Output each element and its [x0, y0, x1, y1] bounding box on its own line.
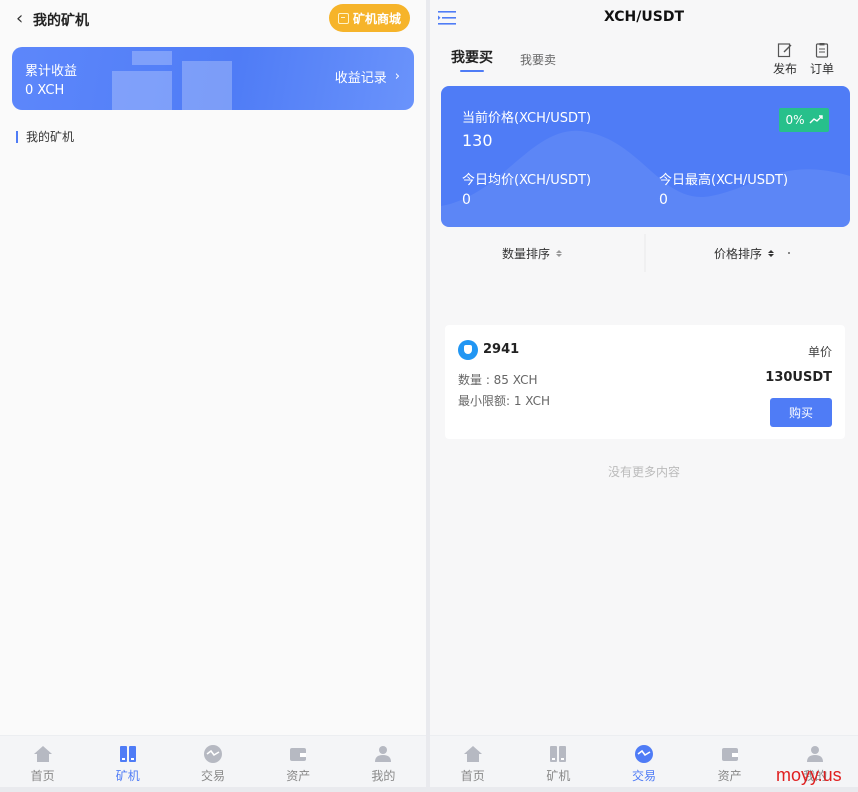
order-card: 2941 单价 数量 : 85 XCH 最小限额: 1 XCH 130USDT … [445, 325, 845, 439]
tab-trade[interactable]: 交易 [601, 736, 687, 787]
watermark: moyy.us [776, 765, 842, 785]
sort-arrows-icon [768, 250, 775, 257]
tab-assets-label: 资产 [717, 769, 742, 783]
tab-home[interactable]: 首页 [0, 736, 85, 787]
home-icon [33, 746, 52, 762]
min-limit-text: 最小限额: 1 XCH [458, 394, 551, 408]
tab-trade-label: 交易 [631, 769, 656, 783]
earnings-card: 累计收益 0 XCH 收益记录 › [12, 47, 414, 110]
no-more-text: 没有更多内容 [607, 465, 680, 479]
seller-name: 2941 [483, 342, 520, 357]
earnings-value: 0 XCH [25, 83, 65, 98]
orders-label: 订单 [810, 62, 835, 76]
trend-up-icon [809, 115, 823, 124]
bottom-tab-bar: 首页 矿机 交易 资产 我的 [0, 735, 426, 787]
decoration-graphic [112, 51, 232, 110]
tab-active-indicator [460, 70, 484, 72]
clipboard-icon [815, 43, 829, 58]
user-icon [807, 746, 824, 762]
current-price-label: 当前价格(XCH/USDT) [462, 111, 592, 126]
back-icon[interactable]: ‹ [16, 9, 23, 29]
tab-buy[interactable]: 我要买 [451, 47, 493, 67]
shop-icon [337, 12, 349, 24]
publish-button[interactable]: 发布 [773, 42, 797, 77]
tab-home-label: 首页 [460, 769, 485, 783]
tab-trade[interactable]: 交易 [170, 736, 255, 787]
tab-trade-label: 交易 [201, 769, 226, 783]
unit-price-label: 单价 [807, 345, 832, 359]
divider [644, 234, 646, 272]
earnings-record-link[interactable]: 收益记录 › [335, 67, 400, 86]
sort-quantity-label: 数量排序 [502, 247, 551, 261]
screen: ‹ 我的矿机 矿机商城 累计收益 0 XCH 收益记录 › 我的矿机 首页 矿机… [0, 0, 858, 792]
sort-by-quantity[interactable]: 数量排序 [502, 245, 563, 262]
miner-shop-button[interactable]: 矿机商城 [329, 4, 410, 32]
tab-home[interactable]: 首页 [430, 736, 516, 787]
tab-mine[interactable]: 我的 [341, 736, 426, 787]
current-price-value: 130 [462, 131, 493, 150]
header: XCH/USDT [430, 0, 858, 36]
my-miners-page: ‹ 我的矿机 矿机商城 累计收益 0 XCH 收益记录 › 我的矿机 首页 矿机… [0, 0, 426, 787]
trade-icon [634, 745, 653, 763]
home-icon [463, 746, 482, 762]
high-price-value: 0 [659, 192, 668, 208]
unit-price-value: 130USDT [765, 370, 832, 385]
sort-arrows-icon [556, 250, 563, 257]
buy-button[interactable]: 购买 [770, 398, 832, 427]
change-value: 0% [785, 113, 805, 127]
tab-miners[interactable]: 矿机 [85, 736, 170, 787]
high-price-label: 今日最高(XCH/USDT) [659, 173, 789, 188]
change-badge: 0% [779, 108, 829, 132]
earnings-label: 累计收益 [25, 64, 78, 79]
edit-icon [777, 43, 792, 58]
page-title: XCH/USDT [603, 9, 685, 25]
section-title: 我的矿机 [16, 128, 74, 145]
avg-price-label: 今日均价(XCH/USDT) [462, 173, 592, 188]
page-title: 我的矿机 [33, 13, 89, 29]
section-marker [16, 130, 18, 143]
miner-icon [550, 746, 567, 762]
section-title-label: 我的矿机 [26, 130, 75, 144]
tab-miners[interactable]: 矿机 [516, 736, 602, 787]
user-icon [375, 746, 392, 762]
tab-miners-label: 矿机 [546, 769, 571, 783]
tab-assets[interactable]: 资产 [687, 736, 773, 787]
tab-assets[interactable]: 资产 [256, 736, 341, 787]
tab-miners-label: 矿机 [115, 769, 140, 783]
avatar [458, 340, 478, 360]
sort-price-label: 价格排序 [714, 247, 763, 261]
quantity-text: 数量 : 85 XCH [458, 373, 538, 387]
tab-home-label: 首页 [30, 769, 55, 783]
miner-icon [119, 746, 136, 762]
miner-shop-label: 矿机商城 [352, 11, 401, 26]
tab-mine-label: 我的 [371, 769, 396, 783]
tab-assets-label: 资产 [286, 769, 311, 783]
publish-label: 发布 [773, 62, 798, 76]
avg-price-value: 0 [462, 192, 471, 208]
dot [788, 252, 790, 254]
header: ‹ 我的矿机 矿机商城 [0, 0, 426, 40]
sort-bar: 数量排序 价格排序 [430, 234, 858, 272]
earnings-record-label: 收益记录 [334, 71, 387, 86]
trade-icon [204, 745, 222, 763]
orders-button[interactable]: 订单 [810, 42, 834, 77]
trade-tabs: 我要买 我要卖 发布 订单 [430, 36, 858, 80]
tab-sell[interactable]: 我要卖 [520, 51, 556, 68]
chevron-right-icon: › [394, 69, 400, 84]
sort-by-price[interactable]: 价格排序 [714, 245, 775, 262]
wallet-icon [721, 748, 738, 761]
trade-page: XCH/USDT 我要买 我要卖 发布 订单 当前价格(XCH/USDT) 13… [430, 0, 858, 787]
price-card: 当前价格(XCH/USDT) 130 0% 今日均价(XCH/USDT) 0 今… [441, 86, 850, 227]
wallet-icon [290, 748, 307, 761]
